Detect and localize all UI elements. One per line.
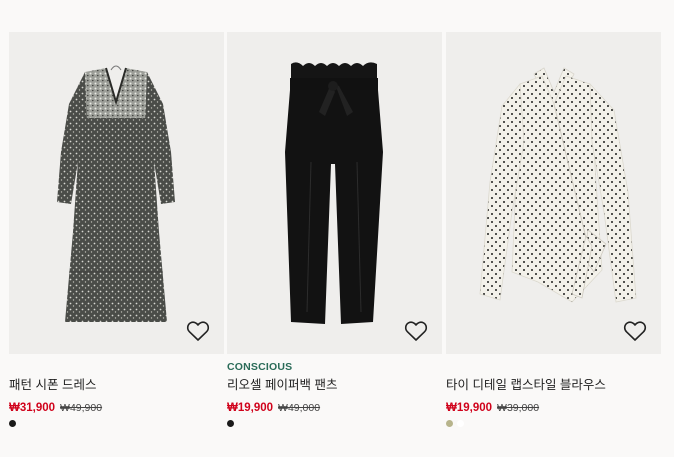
product-card[interactable]: CONSCIOUS 리오셀 페이퍼백 팬츠 ₩19,900 ₩49,000 <box>227 32 442 454</box>
product-info: 패턴 시폰 드레스 ₩31,900 ₩49,900 <box>9 354 224 454</box>
product-name[interactable]: 타이 디테일 랩스타일 블라우스 <box>446 374 606 393</box>
price-row: ₩31,900 ₩49,900 <box>9 398 102 416</box>
product-card[interactable]: 패턴 시폰 드레스 ₩31,900 ₩49,900 <box>9 32 224 454</box>
price-row: ₩19,900 ₩49,000 <box>227 398 320 416</box>
product-grid: 패턴 시폰 드레스 ₩31,900 ₩49,900 CONSCIOUS 리오셀 … <box>0 0 674 457</box>
color-swatch[interactable] <box>9 420 16 427</box>
color-swatch[interactable] <box>457 420 464 427</box>
product-info: CONSCIOUS 리오셀 페이퍼백 팬츠 ₩19,900 ₩49,000 <box>227 354 442 454</box>
pants-image <box>285 62 383 324</box>
color-swatch[interactable] <box>446 420 453 427</box>
conscious-tag: CONSCIOUS <box>227 361 293 373</box>
product-name[interactable]: 리오셀 페이퍼백 팬츠 <box>227 374 337 393</box>
sale-price: ₩19,900 <box>227 402 274 414</box>
color-swatch[interactable] <box>227 420 234 427</box>
heart-outline-icon[interactable] <box>623 320 647 342</box>
product-info: 타이 디테일 랩스타일 블라우스 ₩19,900 ₩39,000 <box>446 354 661 454</box>
original-price: ₩39,000 <box>497 402 540 414</box>
product-card[interactable]: 타이 디테일 랩스타일 블라우스 ₩19,900 ₩39,000 <box>446 32 661 454</box>
product-image[interactable] <box>227 32 442 354</box>
product-image[interactable] <box>446 32 661 354</box>
product-image[interactable] <box>9 32 224 354</box>
product-name[interactable]: 패턴 시폰 드레스 <box>9 374 96 393</box>
heart-outline-icon[interactable] <box>186 320 210 342</box>
blouse-image <box>479 67 637 303</box>
color-swatches <box>227 420 234 427</box>
sale-price: ₩31,900 <box>9 402 56 414</box>
color-swatches <box>446 420 464 427</box>
sale-price: ₩19,900 <box>446 402 493 414</box>
original-price: ₩49,000 <box>278 402 321 414</box>
dress-image <box>57 65 175 322</box>
original-price: ₩49,900 <box>60 402 103 414</box>
heart-outline-icon[interactable] <box>404 320 428 342</box>
color-swatches <box>9 420 16 427</box>
price-row: ₩19,900 ₩39,000 <box>446 398 539 416</box>
